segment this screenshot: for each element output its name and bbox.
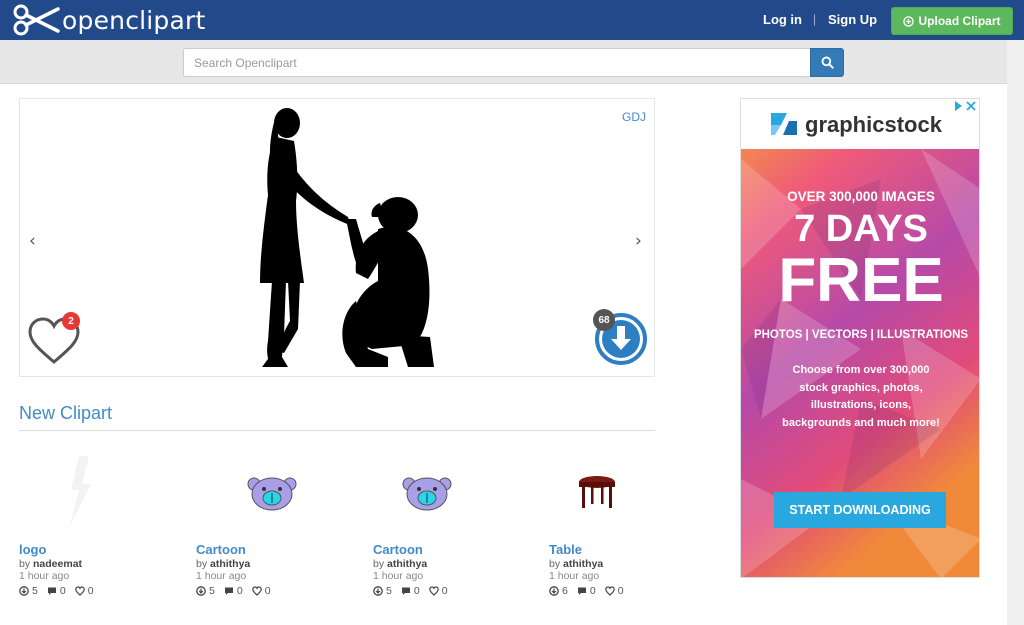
favorite-count: 0: [87, 585, 94, 597]
favorites-count-badge: 2: [62, 312, 80, 330]
ad-body-text: Choose from over 300,000 stock graphics,…: [782, 364, 940, 429]
heart-icon: [74, 586, 85, 596]
clipart-card: Cartoon by athithya 1 hour ago 5 0 0: [196, 450, 356, 600]
download-count: 5: [32, 585, 38, 597]
ad-headline: OVER 300,000 IMAGES: [787, 189, 935, 204]
clipart-card: Table by athithya 1 hour ago 6 0 0: [549, 450, 709, 600]
comment-icon: [401, 587, 410, 595]
section-divider: [19, 430, 655, 431]
clipart-timestamp: 1 hour ago: [373, 570, 424, 582]
scissors-icon: [13, 4, 60, 36]
clipart-title-link[interactable]: logo: [19, 542, 46, 557]
clipart-thumbnail[interactable]: [549, 450, 709, 540]
clipart-stats: 5 0 0: [373, 585, 457, 597]
comment-icon: [577, 587, 586, 595]
comment-count: 0: [589, 585, 596, 597]
featured-clipart-carousel: GDJ ‹ › 2 68: [19, 98, 655, 377]
comment-count: 0: [59, 585, 66, 597]
clipart-stats: 6 0 0: [549, 585, 633, 597]
comment-icon: [224, 587, 233, 595]
ad-header: graphicstock: [741, 99, 979, 149]
plus-circle-icon: [903, 15, 915, 27]
ad-choices-icon[interactable]: [953, 100, 977, 112]
site-name: openclipart: [62, 5, 206, 35]
download-icon: [19, 586, 29, 596]
comment-count: 0: [413, 585, 420, 597]
download-icon: [196, 586, 206, 596]
page-scrollbar[interactable]: [1007, 40, 1024, 625]
nav-separator: |: [813, 12, 817, 26]
login-link[interactable]: Log in: [763, 12, 802, 27]
ad-free-text: FREE: [778, 246, 944, 315]
carousel-prev-arrow[interactable]: ‹: [29, 231, 36, 251]
download-count: 5: [209, 585, 215, 597]
ad-start-downloading-button[interactable]: START DOWNLOADING: [774, 492, 946, 528]
graphicstock-logo-icon: [771, 113, 797, 135]
downloads-count-badge: 68: [593, 309, 615, 331]
author-name[interactable]: athithya: [387, 558, 427, 570]
comment-icon: [47, 587, 56, 595]
clipart-author: by athithya: [373, 558, 427, 570]
author-prefix: by: [373, 558, 388, 570]
ad-brand-name: graphicstock: [805, 112, 942, 137]
ad-types-text: PHOTOS | VECTORS | ILLUSTRATIONS: [753, 329, 969, 341]
download-count: 5: [386, 585, 392, 597]
top-navbar: openclipart Log in | Sign Up Upload Clip…: [0, 0, 1024, 40]
heart-icon: [251, 586, 262, 596]
site-logo[interactable]: openclipart: [12, 3, 206, 37]
favorite-count: 0: [617, 585, 624, 597]
clipart-timestamp: 1 hour ago: [19, 570, 70, 582]
clipart-timestamp: 1 hour ago: [196, 570, 247, 582]
clipart-timestamp: 1 hour ago: [549, 570, 600, 582]
author-prefix: by: [196, 558, 211, 570]
clipart-thumbnail[interactable]: [196, 450, 356, 540]
heart-icon: [604, 586, 615, 596]
carousel-next-arrow[interactable]: ›: [635, 231, 642, 251]
signup-link[interactable]: Sign Up: [828, 12, 877, 27]
author-name[interactable]: athithya: [563, 558, 603, 570]
clipart-title-link[interactable]: Cartoon: [196, 542, 246, 557]
download-icon: [549, 586, 559, 596]
clipart-author: by nadeemat: [19, 558, 82, 570]
clipart-stats: 5 0 0: [196, 585, 280, 597]
ad-days-text: 7 DAYS: [794, 208, 928, 250]
download-icon: [373, 586, 383, 596]
author-prefix: by: [19, 558, 34, 570]
clipart-author: by athithya: [196, 558, 250, 570]
author-name[interactable]: athithya: [210, 558, 250, 570]
clipart-title-link[interactable]: Cartoon: [373, 542, 423, 557]
upload-clipart-label: Upload Clipart: [918, 14, 1001, 28]
author-prefix: by: [549, 558, 564, 570]
clipart-thumbnail[interactable]: [373, 450, 533, 540]
clipart-author: by athithya: [549, 558, 603, 570]
comment-count: 0: [236, 585, 243, 597]
clipart-title-link[interactable]: Table: [549, 542, 582, 557]
search-input[interactable]: [183, 48, 811, 77]
favorite-count: 0: [264, 585, 271, 597]
favorite-count: 0: [441, 585, 448, 597]
author-name[interactable]: nadeemat: [33, 558, 82, 570]
heart-icon: [428, 586, 439, 596]
search-bar: [0, 40, 1024, 84]
new-clipart-heading: New Clipart: [19, 403, 113, 423]
clipart-thumbnail[interactable]: [19, 450, 179, 540]
magnifier-icon: [821, 56, 834, 69]
search-button[interactable]: [810, 48, 844, 77]
clipart-stats: 5 0 0: [19, 585, 103, 597]
upload-clipart-button[interactable]: Upload Clipart: [891, 7, 1013, 35]
advertisement-banner[interactable]: graphicstock OVER 300,000 IMAGES 7 DAYS …: [740, 98, 980, 578]
download-count: 6: [562, 585, 568, 597]
clipart-card: Cartoon by athithya 1 hour ago 5 0 0: [373, 450, 533, 600]
clipart-card: logo by nadeemat 1 hour ago 5 0 0: [19, 450, 179, 600]
featured-clipart-image[interactable]: [238, 105, 438, 369]
featured-author-link[interactable]: GDJ: [622, 110, 646, 124]
